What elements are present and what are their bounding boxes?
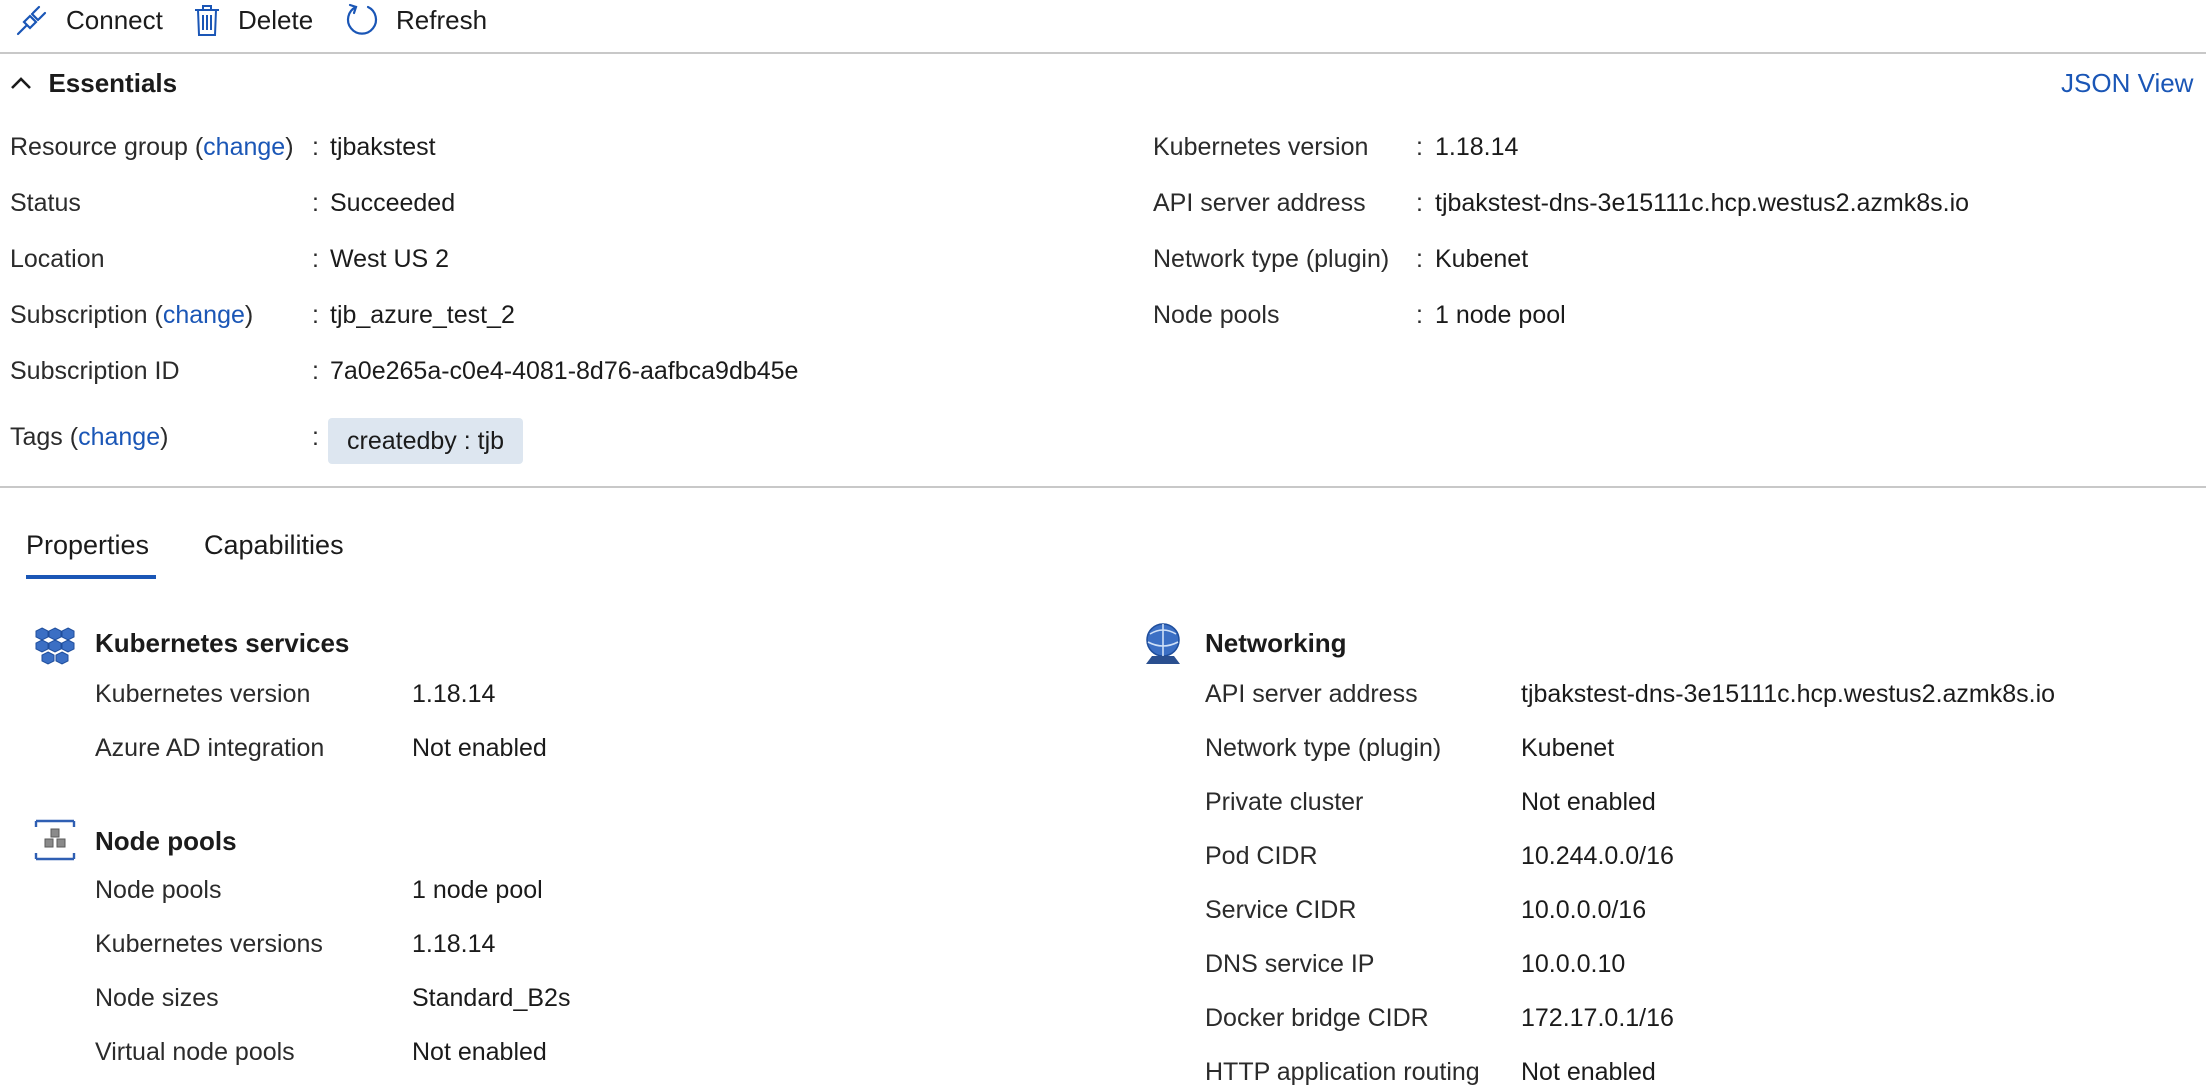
colon: :	[1416, 133, 1423, 161]
node-pools-icon	[34, 819, 76, 861]
subscription-change-link[interactable]: change	[163, 301, 245, 329]
prop-label: Virtual node pools	[95, 1038, 295, 1066]
prop-value: Kubenet	[1521, 734, 1615, 762]
trash-icon	[195, 5, 219, 36]
prop-value: Standard_B2s	[412, 984, 571, 1012]
essentials-divider	[0, 486, 2206, 488]
colon: :	[312, 189, 319, 217]
tag-chip[interactable]: createdby : tjb	[328, 418, 524, 464]
node-pools-value[interactable]: 1 node pool	[1435, 301, 1566, 330]
plug-icon	[16, 5, 47, 36]
prop-label: API server address	[1205, 680, 1418, 708]
location-value: West US 2	[330, 245, 450, 273]
resource-group-change-link[interactable]: change	[203, 133, 285, 161]
resource-group-value[interactable]: tjbakstest	[330, 133, 436, 162]
kubernetes-services-icon	[35, 627, 75, 665]
prop-value: Not enabled	[412, 734, 547, 762]
refresh-icon	[346, 3, 378, 35]
refresh-button[interactable]: Refresh	[344, 0, 487, 40]
networking-icon	[1146, 623, 1180, 664]
subscription-value[interactable]: tjb_azure_test_2	[330, 301, 515, 330]
node-pools-label: Node pools	[1153, 301, 1280, 329]
tab-properties[interactable]: Properties	[26, 530, 149, 561]
chevron-up-icon	[11, 76, 31, 89]
colon: :	[312, 245, 319, 273]
colon: :	[312, 133, 319, 161]
prop-value: 10.244.0.0/16	[1521, 842, 1674, 870]
colon: :	[312, 357, 319, 385]
prop-label: Node pools	[95, 876, 222, 904]
prop-label: Docker bridge CIDR	[1205, 1004, 1429, 1032]
prop-value: 10.0.0.10	[1521, 950, 1626, 978]
prop-value: Not enabled	[1521, 1058, 1656, 1086]
api-server-label: API server address	[1153, 189, 1366, 217]
colon: :	[312, 301, 319, 329]
k8s-version-value[interactable]: 1.18.14	[1435, 133, 1518, 162]
colon: :	[1416, 301, 1423, 329]
api-server-value: tjbakstest-dns-3e15111c.hcp.westus2.azmk…	[1435, 189, 1970, 217]
essentials-title: Essentials	[48, 68, 178, 98]
k8s-version-label: Kubernetes version	[1153, 133, 1369, 161]
status-label: Status	[10, 189, 81, 217]
prop-label: Node sizes	[95, 984, 219, 1012]
tab-capabilities[interactable]: Capabilities	[204, 530, 344, 561]
networking-title: Networking	[1205, 628, 1347, 658]
prop-value: Not enabled	[1521, 788, 1656, 816]
prop-value: 1 node pool	[412, 876, 543, 904]
prop-label: Kubernetes version	[95, 680, 311, 708]
connect-label: Connect	[66, 4, 163, 35]
network-type-value[interactable]: Kubenet	[1435, 245, 1528, 274]
node-pools-title: Node pools	[95, 826, 237, 856]
network-type-label: Network type (plugin)	[1153, 245, 1390, 273]
connect-button[interactable]: Connect	[14, 0, 163, 40]
refresh-label: Refresh	[396, 4, 488, 35]
delete-label: Delete	[238, 4, 314, 35]
status-value: Succeeded	[330, 189, 456, 217]
colon: :	[1416, 189, 1423, 217]
subscription-id-label: Subscription ID	[10, 357, 180, 385]
location-label: Location	[10, 245, 105, 273]
command-bar: Connect Delete Refresh	[0, 0, 2206, 54]
json-view-link[interactable]: JSON View	[2061, 68, 2193, 99]
subscription-id-value: 7a0e265a-c0e4-4081-8d76-aafbca9db45e	[330, 357, 799, 385]
kubernetes-services-title: Kubernetes services	[95, 628, 350, 658]
prop-label: Pod CIDR	[1205, 842, 1318, 870]
prop-value: 1.18.14	[412, 930, 496, 958]
prop-value: Not enabled	[412, 1038, 547, 1066]
prop-label: Kubernetes versions	[95, 930, 323, 958]
prop-label: Azure AD integration	[95, 734, 325, 762]
prop-label: Private cluster	[1205, 788, 1364, 816]
delete-button[interactable]: Delete	[192, 0, 313, 40]
colon: :	[1416, 245, 1423, 273]
prop-value: 172.17.0.1/16	[1521, 1004, 1674, 1032]
tags-label: Tags (change)	[10, 423, 169, 451]
essentials-toggle[interactable]: Essentials	[10, 68, 177, 99]
prop-value: tjbakstest-dns-3e15111c.hcp.westus2.azmk…	[1521, 680, 2056, 708]
colon: :	[312, 423, 319, 451]
resource-group-label: Resource group (change)	[10, 133, 294, 161]
tab-properties-underline	[26, 575, 156, 579]
tags-change-link[interactable]: change	[78, 423, 160, 451]
prop-label: Service CIDR	[1205, 896, 1357, 924]
prop-label: Network type (plugin)	[1205, 734, 1442, 762]
subscription-label: Subscription (change)	[10, 301, 254, 329]
prop-value: 10.0.0.0/16	[1521, 896, 1647, 924]
prop-label: DNS service IP	[1205, 950, 1375, 978]
prop-value: 1.18.14	[412, 680, 496, 708]
prop-label: HTTP application routing	[1205, 1058, 1480, 1086]
